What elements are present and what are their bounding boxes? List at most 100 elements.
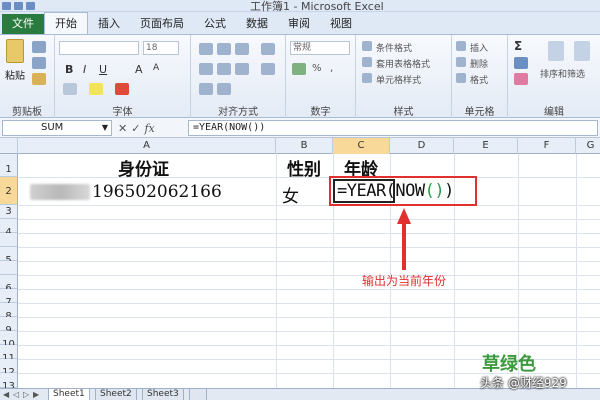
row-header[interactable]: 5: [0, 247, 18, 266]
cell-b1[interactable]: 性别: [287, 155, 321, 180]
select-all-corner[interactable]: [0, 138, 18, 154]
row-header[interactable]: 12: [0, 359, 18, 378]
cell-a2[interactable]: 196502062166: [92, 182, 222, 202]
format-as-table-button[interactable]: 套用表格格式: [376, 57, 430, 70]
shrink-font-icon[interactable]: A: [153, 63, 159, 73]
quick-access-toolbar[interactable]: [2, 0, 35, 12]
tab-page-layout[interactable]: 页面布局: [130, 14, 194, 34]
fill-icon[interactable]: [514, 57, 528, 69]
chevron-down-icon[interactable]: ▼: [102, 121, 108, 135]
prev-sheet-icon[interactable]: ◁: [13, 390, 19, 399]
delete-cells-icon: [456, 57, 466, 67]
paste-icon[interactable]: [6, 39, 24, 63]
row-header[interactable]: 2: [0, 177, 18, 205]
group-label-styles: 样式: [393, 107, 414, 118]
copy-icon[interactable]: [32, 57, 46, 69]
group-label-clipboard: 剪贴板: [12, 107, 42, 118]
formula-input[interactable]: =YEAR(NOW()): [188, 120, 598, 136]
grow-font-icon[interactable]: A: [135, 63, 143, 76]
underline-icon[interactable]: U: [99, 63, 107, 76]
comma-icon[interactable]: ,: [330, 63, 333, 74]
merge-center-icon[interactable]: [261, 63, 275, 75]
column-header-a[interactable]: A: [18, 138, 276, 154]
tab-sheet2[interactable]: Sheet2: [95, 389, 137, 400]
align-bottom-icon[interactable]: [235, 43, 249, 55]
row-header[interactable]: 7: [0, 289, 18, 308]
insert-cells-button[interactable]: 插入: [470, 41, 488, 54]
border-icon[interactable]: [63, 83, 77, 95]
tab-file[interactable]: 文件: [2, 14, 44, 34]
row-header[interactable]: [0, 233, 18, 247]
row-header[interactable]: [0, 261, 18, 275]
sort-filter-icon[interactable]: [548, 41, 564, 61]
cell-b2[interactable]: 女: [282, 182, 299, 207]
insert-function-icon[interactable]: fx: [144, 122, 154, 135]
percent-icon[interactable]: %: [312, 63, 322, 74]
fill-color-icon[interactable]: [89, 83, 103, 95]
row-header[interactable]: 1: [0, 154, 18, 177]
tab-sheet3[interactable]: Sheet3: [142, 389, 184, 400]
row-header[interactable]: 4: [0, 219, 18, 238]
row-header[interactable]: 6: [0, 275, 18, 294]
format-as-table-icon: [362, 57, 372, 67]
row-header[interactable]: 3: [0, 205, 18, 219]
save-icon[interactable]: [14, 2, 23, 10]
row-header[interactable]: 13: [0, 373, 18, 388]
autosum-icon[interactable]: Σ: [514, 39, 522, 53]
align-middle-icon[interactable]: [217, 43, 231, 55]
conditional-format-icon: [362, 41, 372, 51]
last-sheet-icon[interactable]: ▶: [33, 390, 39, 399]
cut-icon[interactable]: [32, 41, 46, 53]
group-clipboard: 粘贴 剪贴板: [0, 35, 55, 119]
row-header[interactable]: 10: [0, 331, 18, 350]
column-header-c[interactable]: C: [333, 138, 390, 154]
row-header[interactable]: 8: [0, 303, 18, 322]
indent-increase-icon[interactable]: [217, 83, 231, 95]
currency-icon[interactable]: [292, 63, 306, 75]
italic-icon[interactable]: I: [83, 63, 86, 76]
insert-sheet-icon[interactable]: [189, 389, 207, 400]
cell-c2-editing[interactable]: =YEAR(NOW()): [337, 181, 454, 201]
cell-a1[interactable]: 身份证: [118, 155, 169, 180]
tab-formulas[interactable]: 公式: [194, 14, 236, 34]
undo-icon[interactable]: [26, 2, 35, 10]
align-left-icon[interactable]: [199, 63, 213, 75]
column-header-b[interactable]: B: [276, 138, 333, 154]
column-header-d[interactable]: D: [390, 138, 454, 154]
name-box[interactable]: SUM ▼: [2, 120, 112, 136]
conditional-format-button[interactable]: 条件格式: [376, 41, 412, 54]
enter-icon[interactable]: ✓: [131, 122, 140, 135]
font-name-combo[interactable]: [59, 41, 139, 55]
column-header-g[interactable]: G: [576, 138, 600, 154]
row-header[interactable]: 11: [0, 345, 18, 364]
wrap-text-icon[interactable]: [261, 43, 275, 55]
tab-sheet1[interactable]: Sheet1: [48, 389, 90, 400]
row-header[interactable]: 9: [0, 317, 18, 336]
cell-styles-button[interactable]: 单元格样式: [376, 73, 421, 86]
number-format-combo[interactable]: 常规: [290, 41, 350, 55]
clear-icon[interactable]: [514, 73, 528, 85]
next-sheet-icon[interactable]: ▷: [23, 390, 29, 399]
tab-view[interactable]: 视图: [320, 14, 362, 34]
column-header-f[interactable]: F: [518, 138, 576, 154]
format-cells-button[interactable]: 格式: [470, 73, 488, 86]
tab-review[interactable]: 审阅: [278, 14, 320, 34]
delete-cells-button[interactable]: 删除: [470, 57, 488, 70]
format-painter-icon[interactable]: [32, 73, 46, 85]
align-right-icon[interactable]: [235, 63, 249, 75]
sort-filter-label: 排序和筛选: [540, 70, 586, 80]
group-alignment: 对齐方式: [191, 35, 286, 119]
first-sheet-icon[interactable]: ◀: [3, 390, 9, 399]
column-header-e[interactable]: E: [454, 138, 518, 154]
tab-insert[interactable]: 插入: [88, 14, 130, 34]
tab-data[interactable]: 数据: [236, 14, 278, 34]
bold-icon[interactable]: B: [65, 63, 73, 76]
find-select-icon[interactable]: [574, 41, 590, 61]
font-size-combo[interactable]: 18: [143, 41, 179, 55]
align-center-icon[interactable]: [217, 63, 231, 75]
indent-decrease-icon[interactable]: [199, 83, 213, 95]
font-color-icon[interactable]: [115, 83, 129, 95]
align-top-icon[interactable]: [199, 43, 213, 55]
tab-home[interactable]: 开始: [44, 12, 88, 34]
cancel-icon[interactable]: ✕: [118, 122, 127, 135]
